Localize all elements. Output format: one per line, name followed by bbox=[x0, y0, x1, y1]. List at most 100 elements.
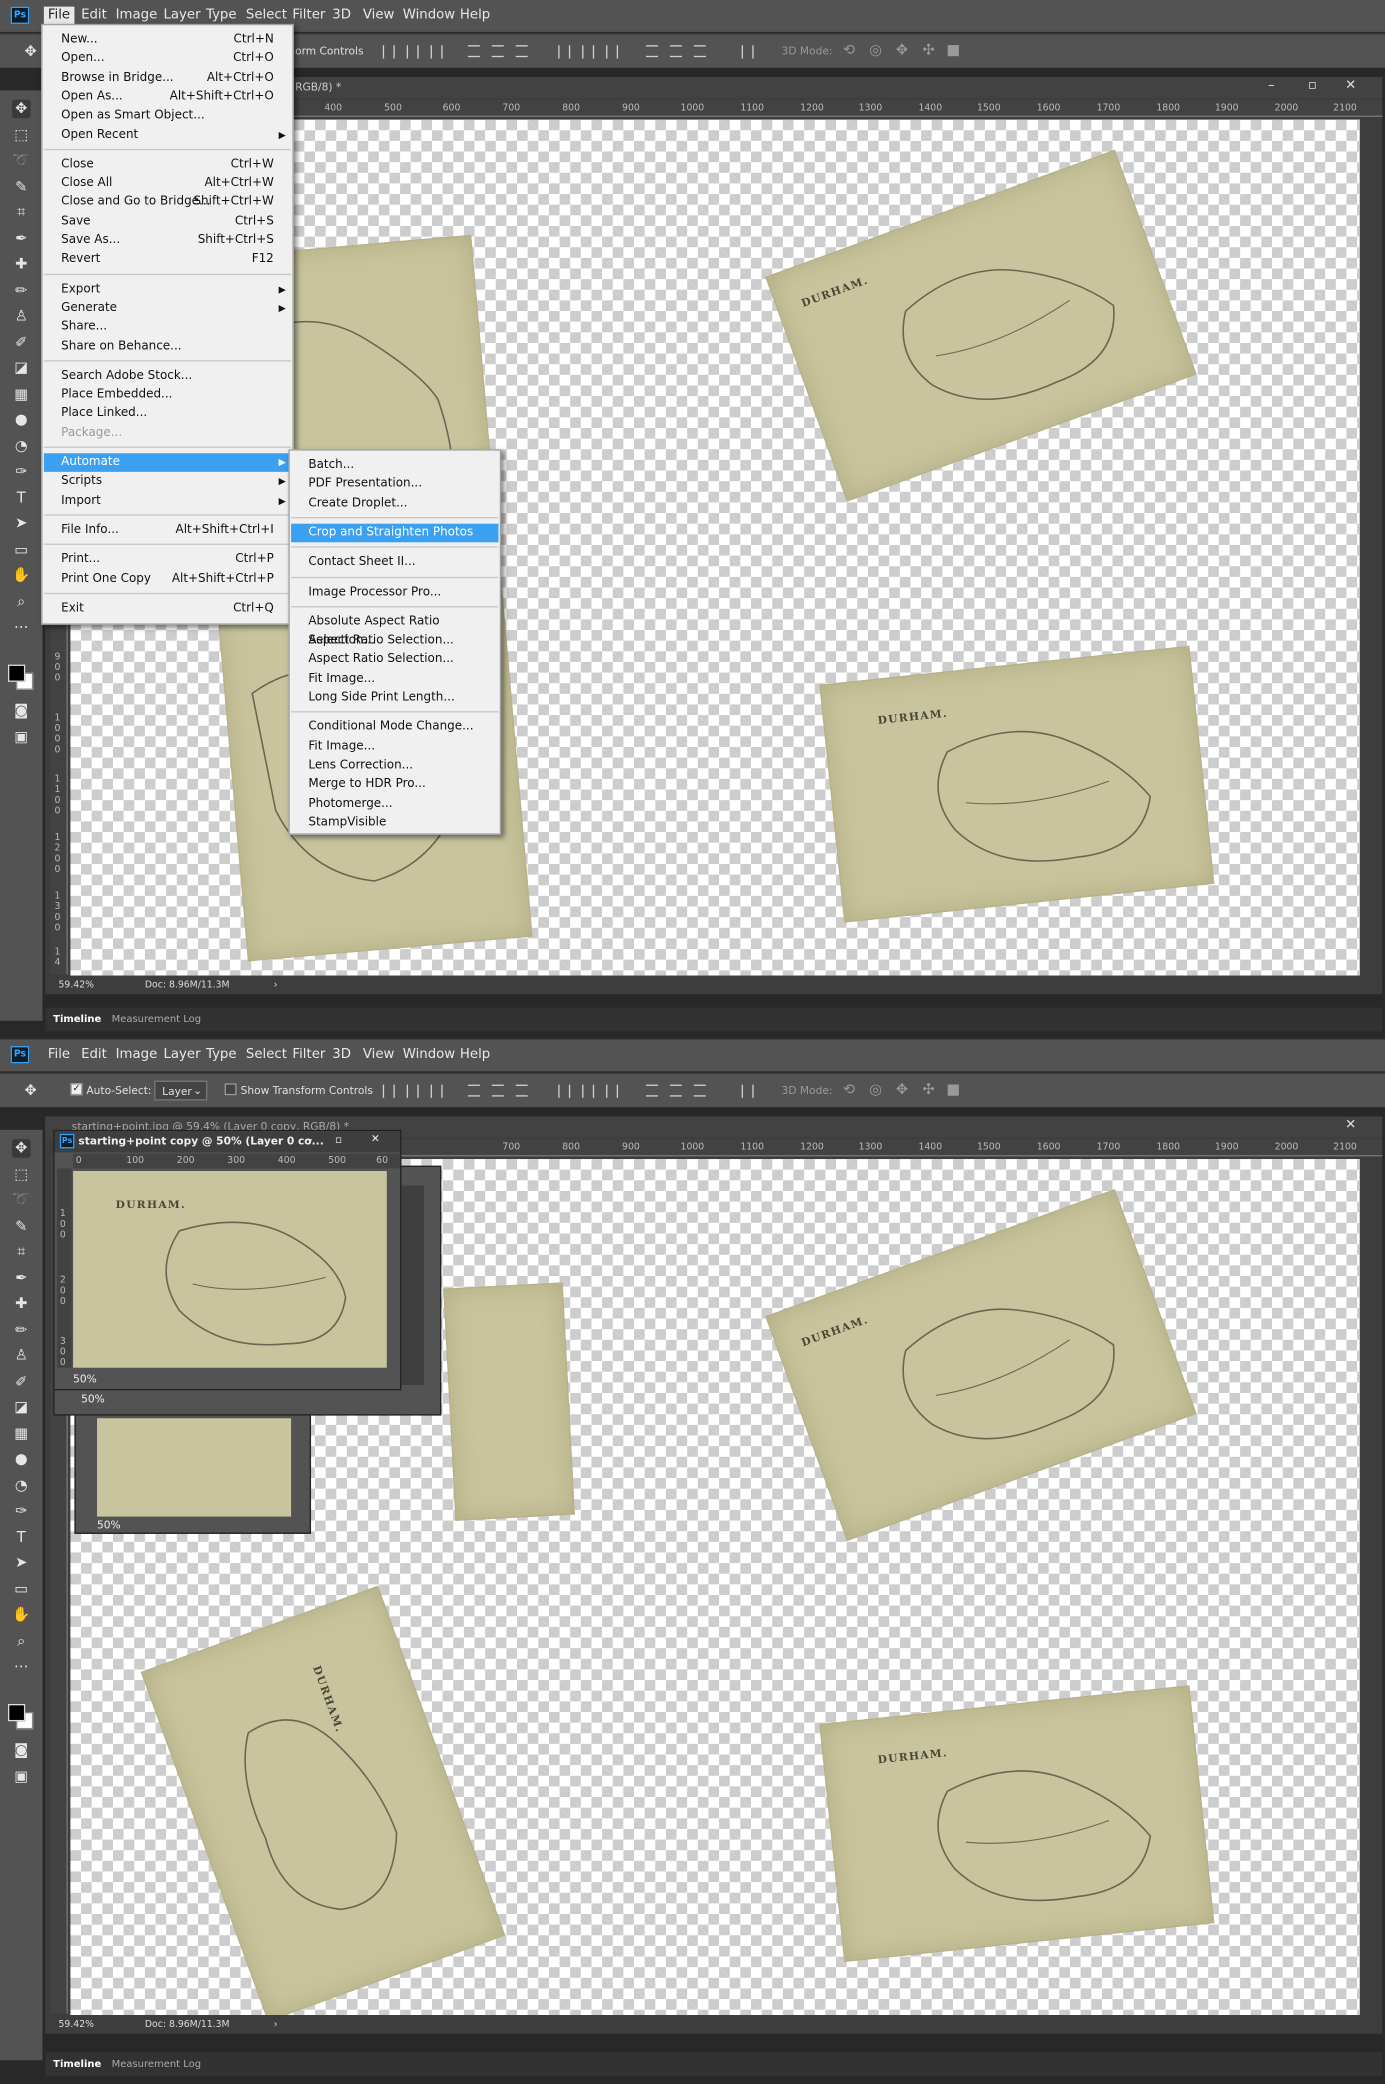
distribute-right-icon[interactable] bbox=[693, 1084, 706, 1097]
menu-file[interactable]: File bbox=[43, 6, 75, 26]
distribute-vcenter-icon[interactable] bbox=[582, 45, 595, 59]
quick-mask-icon[interactable]: ◙ bbox=[12, 1741, 31, 1760]
menu-item-merge-to-hdr-pro[interactable]: Merge to HDR Pro... bbox=[291, 775, 498, 794]
menu-item-place-linked[interactable]: Place Linked... bbox=[44, 405, 291, 424]
marquee-tool-icon[interactable]: ⬚ bbox=[12, 1166, 31, 1185]
3d-scale-icon[interactable]: ■ bbox=[946, 41, 960, 58]
menu-item-close-and-go-to-bridge[interactable]: Close and Go to Bridge... Shift+Ctrl+W bbox=[44, 193, 291, 212]
menu-item-new[interactable]: New... Ctrl+N bbox=[44, 31, 291, 50]
align-bottom-icon[interactable] bbox=[430, 1084, 443, 1098]
menu-filter[interactable]: Filter bbox=[288, 1046, 329, 1065]
3d-roll-icon[interactable]: ◎ bbox=[869, 1081, 882, 1098]
menu-item-contact-sheet-ii[interactable]: Contact Sheet II... bbox=[291, 553, 498, 572]
status-arrow-icon[interactable]: › bbox=[274, 980, 278, 991]
more-tools-icon[interactable]: ⋯ bbox=[12, 618, 31, 637]
move-tool-icon[interactable]: ✥ bbox=[11, 99, 31, 119]
menu-item-close-all[interactable]: Close All Alt+Ctrl+W bbox=[44, 174, 291, 193]
menu-item-browse-in-bridge[interactable]: Browse in Bridge... Alt+Ctrl+O bbox=[44, 69, 291, 88]
distribute-hcenter-icon[interactable] bbox=[669, 1084, 682, 1097]
align-top-icon[interactable] bbox=[382, 45, 395, 59]
menu-item-save-as[interactable]: Save As... Shift+Ctrl+S bbox=[44, 231, 291, 250]
menu-item-import[interactable]: Import ▶ bbox=[44, 491, 291, 510]
menu-3d[interactable]: 3D bbox=[328, 7, 355, 26]
quick-mask-icon[interactable]: ◙ bbox=[12, 702, 31, 721]
menu-item-open-as[interactable]: Open As... Alt+Shift+Ctrl+O bbox=[44, 88, 291, 107]
menu-item-file-info[interactable]: File Info... Alt+Shift+Ctrl+I bbox=[44, 521, 291, 540]
maximize-icon[interactable]: ▫ bbox=[1308, 78, 1317, 93]
menu-window[interactable]: Window bbox=[399, 7, 459, 26]
pen-tool-icon[interactable]: ✑ bbox=[12, 1502, 31, 1521]
close-icon[interactable]: ✕ bbox=[371, 1132, 380, 1144]
zoom-level[interactable]: 59.42% bbox=[58, 2019, 93, 2030]
type-tool-icon[interactable]: T bbox=[12, 1529, 31, 1548]
3d-slide-icon[interactable]: ✣ bbox=[922, 1081, 934, 1098]
healing-brush-icon[interactable]: ✚ bbox=[12, 1295, 31, 1314]
menu-item-photomerge[interactable]: Photomerge... bbox=[291, 794, 498, 813]
screen-mode-icon[interactable]: ▣ bbox=[12, 1768, 31, 1787]
maximize-icon[interactable]: ▫ bbox=[335, 1134, 342, 1146]
align-right-icon[interactable] bbox=[515, 1084, 528, 1097]
align-left-icon[interactable] bbox=[467, 45, 480, 58]
menu-help[interactable]: Help bbox=[456, 1046, 494, 1065]
menu-view[interactable]: View bbox=[359, 1046, 399, 1065]
move-tool-icon[interactable]: ✥ bbox=[11, 1139, 31, 1158]
menu-item-open[interactable]: Open... Ctrl+O bbox=[44, 50, 291, 69]
type-tool-icon[interactable]: T bbox=[12, 489, 31, 508]
menu-item-share-on-behance[interactable]: Share on Behance... bbox=[44, 337, 291, 356]
eyedropper-icon[interactable]: ✒ bbox=[12, 230, 31, 249]
zoom-level[interactable]: 59.42% bbox=[58, 980, 93, 991]
menu-item-place-embedded[interactable]: Place Embedded... bbox=[44, 386, 291, 405]
blur-tool-icon[interactable]: ● bbox=[12, 1450, 31, 1469]
align-hcenter-icon[interactable] bbox=[491, 45, 504, 58]
floating-document-window[interactable]: 50% bbox=[74, 1398, 312, 1534]
menu-edit[interactable]: Edit bbox=[77, 7, 111, 26]
minimize-icon[interactable]: – bbox=[307, 1134, 312, 1146]
zoom-tool-icon[interactable]: ⌕ bbox=[12, 593, 31, 612]
menu-item-save[interactable]: Save Ctrl+S bbox=[44, 212, 291, 231]
menu-item-open-as-smart-object[interactable]: Open as Smart Object... bbox=[44, 107, 291, 126]
3d-orbit-icon[interactable]: ⟲ bbox=[843, 41, 855, 58]
foreground-color-swatch[interactable] bbox=[7, 1703, 26, 1722]
menu-item-print[interactable]: Print... Ctrl+P bbox=[44, 551, 291, 570]
menu-file[interactable]: File bbox=[44, 1046, 74, 1065]
menu-item-share[interactable]: Share... bbox=[44, 318, 291, 337]
menu-item-create-droplet[interactable]: Create Droplet... bbox=[291, 494, 498, 513]
distribute-top-icon[interactable] bbox=[558, 1084, 571, 1098]
menu-item-automate[interactable]: Automate ▶ bbox=[43, 453, 292, 472]
menu-edit[interactable]: Edit bbox=[77, 1046, 111, 1065]
lasso-tool-icon[interactable]: ➰ bbox=[12, 1191, 31, 1210]
distribute-bottom-icon[interactable] bbox=[606, 1084, 619, 1098]
history-brush-icon[interactable]: ✐ bbox=[12, 334, 31, 353]
distribute-vcenter-icon[interactable] bbox=[582, 1084, 595, 1098]
close-icon[interactable]: ✕ bbox=[1345, 1118, 1356, 1133]
rectangle-tool-icon[interactable]: ▭ bbox=[12, 541, 31, 560]
eyedropper-icon[interactable]: ✒ bbox=[12, 1269, 31, 1288]
close-icon[interactable]: ✕ bbox=[1345, 78, 1356, 93]
magic-wand-icon[interactable]: ✎ bbox=[12, 178, 31, 197]
menu-item-close[interactable]: Close Ctrl+W bbox=[44, 155, 291, 174]
3d-scale-icon[interactable]: ■ bbox=[946, 1081, 960, 1098]
brush-tool-icon[interactable]: ✏ bbox=[12, 282, 31, 301]
hand-tool-icon[interactable]: ✋ bbox=[12, 566, 31, 585]
align-bottom-icon[interactable] bbox=[430, 45, 443, 59]
menu-view[interactable]: View bbox=[359, 7, 399, 26]
magic-wand-icon[interactable]: ✎ bbox=[12, 1218, 31, 1237]
foreground-color-swatch[interactable] bbox=[7, 664, 26, 682]
align-left-icon[interactable] bbox=[467, 1084, 480, 1097]
auto-select-checkbox[interactable]: ✓ bbox=[70, 1083, 83, 1096]
move-tool-icon[interactable]: ✥ bbox=[21, 1082, 40, 1101]
menu-type[interactable]: Type bbox=[202, 7, 241, 26]
dodge-tool-icon[interactable]: ◔ bbox=[12, 437, 31, 456]
menu-item-exit[interactable]: Exit Ctrl+Q bbox=[44, 599, 291, 618]
menu-layer[interactable]: Layer bbox=[160, 1046, 205, 1065]
3d-roll-icon[interactable]: ◎ bbox=[869, 41, 882, 58]
menu-item-print-one-copy[interactable]: Print One Copy Alt+Shift+Ctrl+P bbox=[44, 570, 291, 589]
menu-item-open-recent[interactable]: Open Recent ▶ bbox=[44, 126, 291, 145]
3d-pan-icon[interactable]: ✥ bbox=[896, 1081, 908, 1098]
lasso-tool-icon[interactable]: ➰ bbox=[12, 152, 31, 171]
menu-item-batch[interactable]: Batch... bbox=[291, 456, 498, 475]
menu-item-fit-image[interactable]: Fit Image... bbox=[291, 669, 498, 688]
menu-filter[interactable]: Filter bbox=[288, 7, 329, 26]
menu-item-pdf-presentation[interactable]: PDF Presentation... bbox=[291, 475, 498, 494]
menu-item-generate[interactable]: Generate ▶ bbox=[44, 299, 291, 318]
